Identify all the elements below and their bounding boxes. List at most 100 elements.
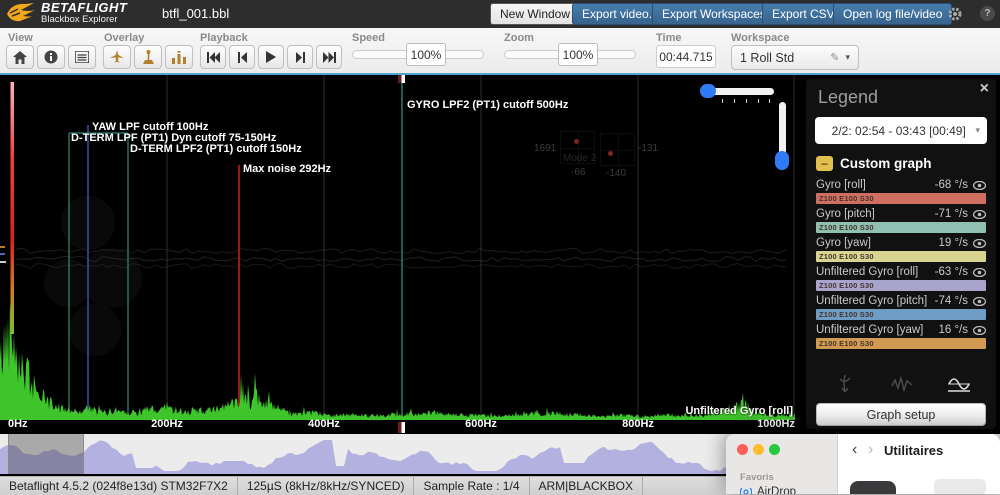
workspace-value: 1 Roll Std (740, 51, 830, 65)
playback-jump-start-button[interactable] (200, 45, 226, 69)
playback-step-forward-button[interactable] (287, 45, 313, 69)
legend-field-value: -71 °/s (935, 208, 968, 220)
mode-sticks-icon[interactable] (833, 372, 857, 396)
open-file-name: btfl_001.bbl (162, 6, 229, 21)
custom-graph-header: − Custom graph (816, 156, 932, 171)
play-icon (266, 51, 276, 63)
analyser-v-slider-handle[interactable] (775, 151, 789, 170)
jump-start-icon (207, 52, 220, 63)
axis-tick-1000: 1000Hz (757, 418, 795, 430)
axis-tick-400: 400Hz (308, 418, 340, 430)
eye-icon[interactable] (973, 210, 986, 219)
legend-field-colorbar: Z100 E100 S30 (816, 280, 986, 291)
eye-icon[interactable] (973, 268, 986, 277)
finder-favorites-heading: Favoris (740, 472, 774, 483)
workspace-select[interactable]: 1 Roll Std ✎ ▾ (731, 45, 859, 70)
jump-end-icon (323, 52, 336, 63)
legend-field-value: 19 °/s (938, 237, 968, 249)
mode-raw-graph-icon[interactable] (890, 372, 914, 396)
status-looptime: 125µS (8kHz/8kHz/SYNCED) (238, 477, 415, 495)
finder-airdrop-item[interactable]: AirDrop (740, 486, 796, 494)
annotation-gyro-lpf2: GYRO LPF2 (PT1) cutoff 500Hz (407, 99, 568, 111)
time-input[interactable] (656, 45, 716, 68)
legend-field-row: Unfiltered Gyro [pitch]-74 °/sZ100 E100 … (816, 294, 986, 320)
analyser-h-slider[interactable] (706, 88, 774, 95)
finder-toolbar-button[interactable] (934, 479, 986, 494)
help-icon[interactable]: ? (980, 6, 995, 21)
view-info-button[interactable] (37, 45, 65, 69)
finder-content: ‹ › Utilitaires (838, 434, 1000, 494)
finder-window[interactable]: Favoris AirDrop ‹ › Utilitaires (726, 434, 1000, 494)
playback-play-button[interactable] (258, 45, 284, 69)
step-forward-icon (296, 52, 305, 63)
playback-jump-end-button[interactable] (316, 45, 342, 69)
legend-field-value: -63 °/s (935, 266, 968, 278)
finder-forward-icon[interactable]: › (868, 442, 873, 458)
analyser-h-slider-handle[interactable] (700, 84, 716, 98)
legend-field-value: -74 °/s (935, 295, 968, 307)
legend-field-colorbar: Z100 E100 S30 (816, 251, 986, 262)
graph-setup-button[interactable]: Graph setup (816, 403, 986, 426)
info-icon (44, 50, 58, 64)
open-log-button[interactable]: Open log file/video (833, 3, 952, 25)
view-table-button[interactable] (68, 45, 96, 69)
legend-field-row: Gyro [roll]-68 °/s Z100 E100 S30 (816, 178, 986, 204)
legend-field-badge: Z100 E100 S30 (816, 194, 874, 203)
eye-icon[interactable] (973, 239, 986, 248)
legend-field-badge: Z100 E100 S30 (816, 223, 874, 232)
speed-value[interactable]: 100% (406, 43, 446, 66)
legend-field-name: Gyro [pitch] (816, 208, 935, 220)
stick-value-bottom-left: -66 (571, 167, 585, 178)
collapse-graph-icon[interactable]: − (816, 156, 833, 171)
finder-window-title: Utilitaires (884, 443, 943, 458)
gyro-spectrum-trace (0, 302, 795, 420)
legend-field-name: Gyro [roll] (816, 179, 935, 191)
finder-app-icon[interactable] (850, 481, 896, 494)
playback-step-back-button[interactable] (229, 45, 255, 69)
eye-icon[interactable] (973, 326, 986, 335)
stick-value-throttle: 1691 (534, 143, 556, 154)
finder-back-icon[interactable]: ‹ (852, 442, 857, 458)
close-icon[interactable]: × (980, 80, 989, 98)
log-range-select[interactable]: 2/2: 02:54 - 03:43 [00:49] ▾ (815, 117, 987, 144)
annotation-dterm-lpf2: D-TERM LPF2 (PT1) cutoff 150Hz (130, 143, 302, 155)
status-flags: ARM|BLACKBOX (530, 477, 643, 495)
gear-icon[interactable] (946, 5, 964, 23)
trace-label: Unfiltered Gyro [roll] (685, 405, 793, 417)
mode-analyser-icon[interactable] (947, 372, 971, 396)
legend-field-colorbar: Z100 E100 S30 (816, 309, 986, 320)
plane-icon (110, 50, 124, 64)
eye-icon[interactable] (973, 181, 986, 190)
view-home-button[interactable] (6, 45, 34, 69)
overlay-group-label: Overlay (104, 32, 144, 44)
step-back-icon (238, 52, 247, 63)
overlay-sticks-button[interactable] (134, 45, 162, 69)
legend-field-name: Unfiltered Gyro [roll] (816, 266, 935, 278)
new-window-button[interactable]: New Window (490, 3, 580, 25)
eye-icon[interactable] (973, 297, 986, 306)
overlay-analyser-button[interactable] (165, 45, 193, 69)
select-caret-icon: ▾ (975, 125, 980, 136)
analyser-bars-icon (172, 51, 186, 64)
finder-zoom-button[interactable] (769, 444, 780, 455)
top-app-bar: BETAFLIGHT Blackbox Explorer btfl_001.bb… (0, 0, 1000, 28)
stick-mode-label: Mode 2 (563, 153, 596, 164)
finder-close-button[interactable] (737, 444, 748, 455)
hornet-logo-icon (6, 1, 36, 25)
legend-field-badge: Z100 E100 S30 (816, 281, 874, 290)
pencil-icon[interactable]: ✎ (830, 51, 839, 64)
status-sample-rate: Sample Rate : 1/4 (414, 477, 529, 495)
legend-field-value: -68 °/s (935, 179, 968, 191)
timeline-selection[interactable] (8, 434, 84, 474)
zoom-value[interactable]: 100% (558, 43, 598, 66)
view-group-label: View (8, 32, 33, 44)
stick-dot-left (574, 139, 579, 144)
sticks-icon (142, 50, 155, 64)
home-icon (13, 51, 27, 64)
brand-subtitle: Blackbox Explorer (41, 15, 127, 25)
legend-field-row: Gyro [pitch]-71 °/s Z100 E100 S30 (816, 207, 986, 233)
finder-minimize-button[interactable] (753, 444, 764, 455)
overlay-craft-button[interactable] (103, 45, 131, 69)
zoom-group-label: Zoom (504, 32, 534, 44)
airdrop-icon (740, 486, 752, 494)
